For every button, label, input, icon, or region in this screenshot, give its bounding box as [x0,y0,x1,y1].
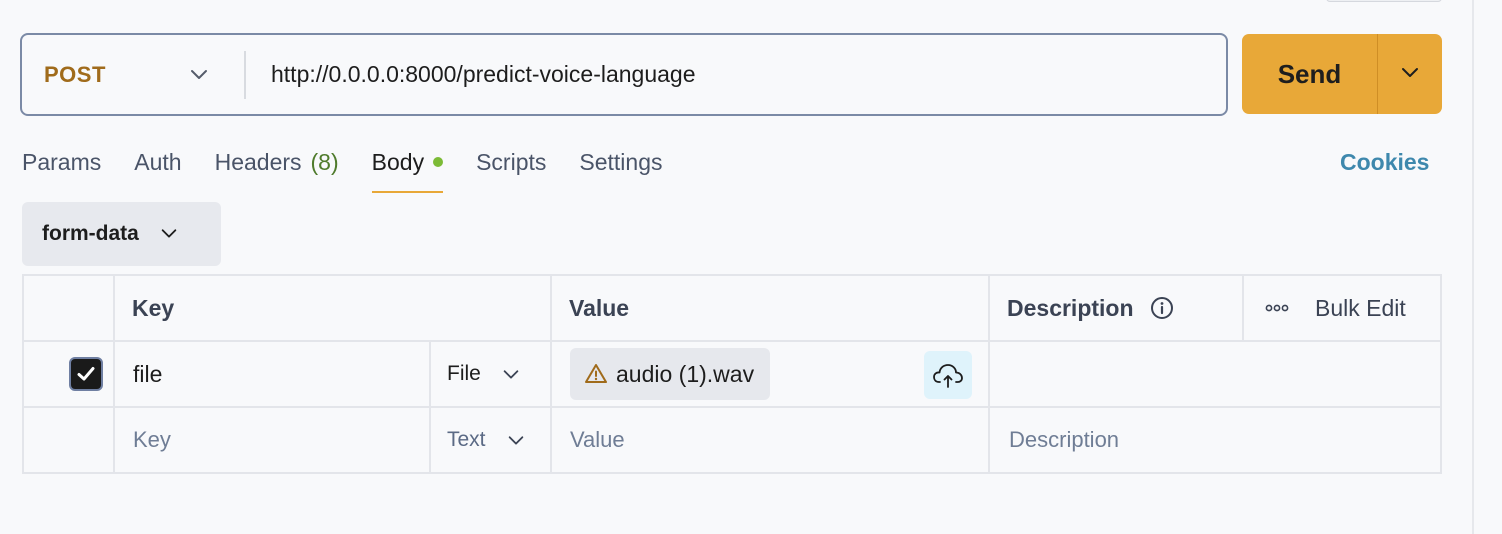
tab-label: Scripts [476,149,547,175]
right-panel-border [1472,0,1474,534]
file-chip[interactable]: audio (1).wav [570,348,771,400]
chevron-down-icon [506,430,526,450]
send-button[interactable]: Send [1242,34,1377,114]
column-divider [1242,276,1244,340]
tab-body[interactable]: Body [371,145,444,193]
key-type-label: Text [447,428,486,451]
value-header: Value [569,294,630,321]
bulk-edit-button[interactable]: Bulk Edit [1265,276,1406,340]
method-selector[interactable]: POST [22,35,244,114]
cloud-upload-icon [933,364,963,388]
info-icon[interactable] [1150,296,1174,320]
body-indicator-dot [433,157,444,167]
more-dots-icon [1265,303,1289,313]
key-type-selector[interactable]: Text [447,408,546,472]
column-divider [113,342,115,406]
tab-headers[interactable]: Headers (8) [215,145,339,193]
form-data-table: Key Value Description Bulk Edit file Fil [22,274,1442,474]
column-divider [550,276,552,340]
table-row-empty: Key Text Value Description [24,408,1440,472]
tab-label: Params [22,149,102,175]
headers-count-badge: (8) [310,149,339,175]
url-input[interactable] [246,35,1226,114]
column-divider [429,342,431,406]
key-placeholder[interactable]: Key [133,408,171,472]
chevron-down-icon [159,223,179,248]
table-header-row: Key Value Description Bulk Edit [24,276,1440,342]
send-button-group: Send [1242,34,1442,114]
cookies-link[interactable]: Cookies [1340,145,1429,179]
column-divider [988,342,990,406]
value-cell[interactable]: audio (1).wav [570,342,771,406]
warning-icon [585,364,607,383]
key-type-selector[interactable]: File [447,342,541,406]
tab-label: Auth [134,149,182,175]
upload-file-button[interactable] [924,351,972,399]
bulk-edit-label: Bulk Edit [1315,294,1406,321]
tab-params[interactable]: Params [22,145,101,193]
top-toolbar-button[interactable] [1326,0,1442,2]
tab-settings[interactable]: Settings [579,145,662,193]
column-divider [113,408,115,472]
table-row: file File audio (1).wav [24,342,1440,408]
column-divider [429,408,431,472]
request-tabs: Params Auth Headers (8) Body Scripts Set… [22,145,695,195]
key-header: Key [132,294,175,321]
send-options-button[interactable] [1378,34,1442,114]
column-divider [988,276,990,340]
description-header-cell: Description [1007,276,1174,340]
column-divider [113,276,115,340]
key-type-label: File [447,362,481,385]
value-placeholder[interactable]: Value [570,408,625,472]
body-type-selector[interactable]: form-data [22,202,221,266]
tab-label: Headers [214,149,302,175]
column-divider [550,408,552,472]
checkbox[interactable] [69,357,103,391]
description-placeholder[interactable]: Description [1009,408,1119,472]
row-enable-checkbox[interactable] [69,342,103,406]
tab-label: Settings [579,149,663,175]
tab-auth[interactable]: Auth [134,145,181,193]
method-label: POST [44,61,106,87]
tab-scripts[interactable]: Scripts [476,145,546,193]
description-header: Description [1007,294,1134,321]
column-divider [550,342,552,406]
column-divider [988,408,990,472]
file-name: audio (1).wav [616,360,755,387]
request-url-bar: POST [20,33,1228,116]
check-icon [77,367,95,381]
chevron-down-icon [501,364,521,384]
chevron-down-icon [1399,61,1421,88]
chevron-down-icon [188,63,210,90]
tab-label: Body [371,149,425,175]
body-type-label: form-data [42,222,139,245]
key-value[interactable]: file [133,342,162,406]
